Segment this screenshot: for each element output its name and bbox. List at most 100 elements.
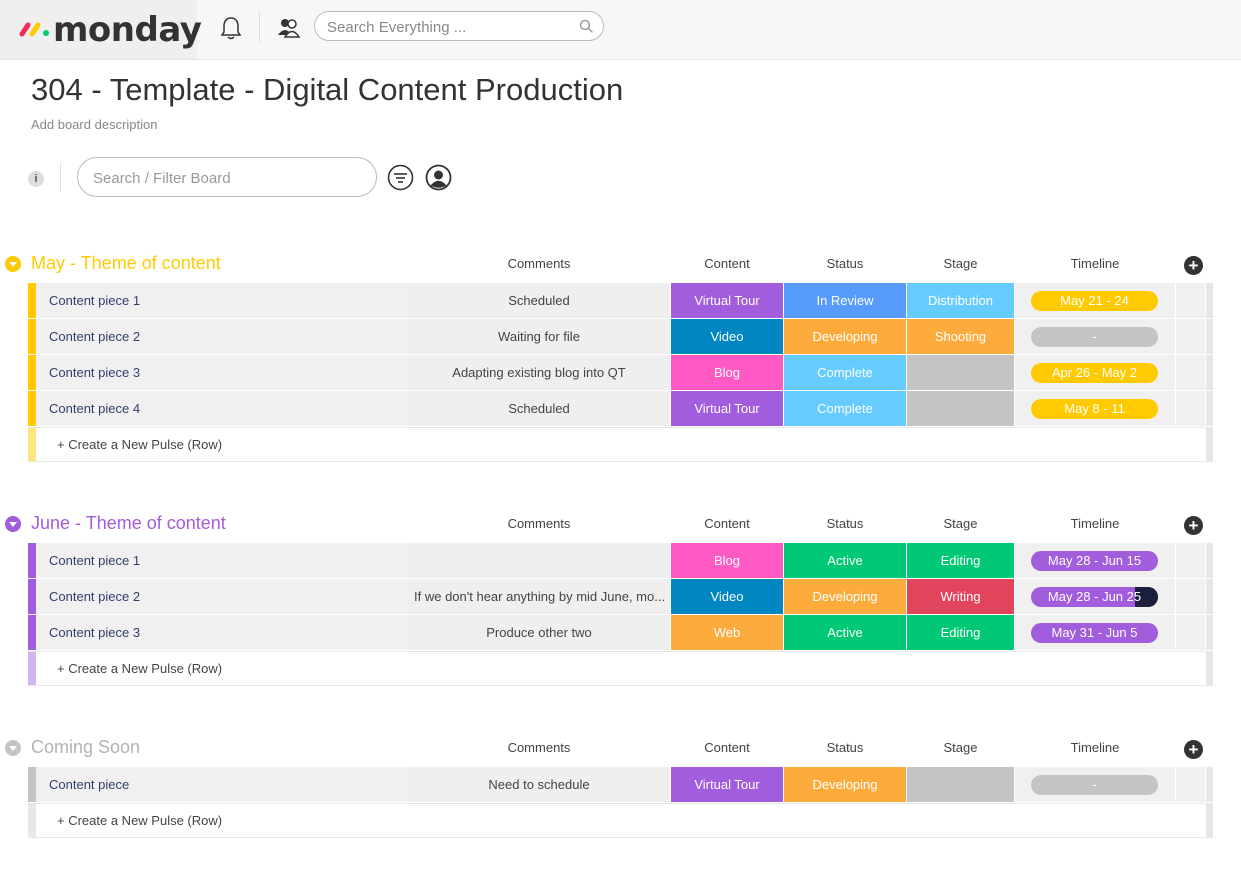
create-row-button[interactable]: + Create a New Pulse (Row)	[28, 803, 1213, 838]
content-cell[interactable]: Blog	[671, 355, 783, 390]
content-cell[interactable]: Virtual Tour	[671, 283, 783, 318]
content-cell[interactable]: Blog	[671, 543, 783, 578]
column-header-stage[interactable]: Stage	[907, 740, 1014, 755]
column-header-comments[interactable]: Comments	[408, 740, 670, 755]
content-cell[interactable]: Video	[671, 319, 783, 354]
row-name[interactable]: Content piece 1	[36, 283, 435, 318]
status-cell[interactable]: Developing	[784, 579, 906, 614]
table-row[interactable]: Content piece 1 Scheduled Virtual Tour I…	[28, 283, 1213, 318]
create-row-label[interactable]: + Create a New Pulse (Row)	[57, 661, 222, 676]
row-name[interactable]: Content piece 4	[36, 391, 435, 426]
global-search[interactable]	[314, 11, 604, 41]
column-header-timeline[interactable]: Timeline	[1015, 740, 1175, 755]
column-header-content[interactable]: Content	[671, 256, 783, 271]
search-icon[interactable]	[579, 19, 594, 34]
table-row[interactable]: Content piece 1 Blog Active Editing May …	[28, 543, 1213, 578]
column-header-comments[interactable]: Comments	[408, 256, 670, 271]
table-row[interactable]: Content piece 2 If we don't hear anythin…	[28, 579, 1213, 614]
stage-cell[interactable]	[907, 391, 1014, 426]
column-header-content[interactable]: Content	[671, 516, 783, 531]
status-cell[interactable]: Complete	[784, 355, 906, 390]
timeline-pill[interactable]: -	[1031, 327, 1158, 347]
create-row-button[interactable]: + Create a New Pulse (Row)	[28, 651, 1213, 686]
global-search-input[interactable]	[327, 17, 567, 37]
board-title[interactable]: 304 - Template - Digital Content Product…	[31, 72, 623, 108]
row-name[interactable]: Content piece 3	[36, 355, 435, 390]
timeline-pill[interactable]: May 8 - 11	[1031, 399, 1158, 419]
row-comment[interactable]: Produce other two	[408, 615, 670, 650]
timeline-pill[interactable]: -	[1031, 775, 1158, 795]
row-comment[interactable]: Need to schedule	[408, 767, 670, 802]
stage-cell[interactable]: Shooting	[907, 319, 1014, 354]
content-cell[interactable]: Virtual Tour	[671, 767, 783, 802]
stage-cell[interactable]	[907, 355, 1014, 390]
table-row[interactable]: Content piece 3 Adapting existing blog i…	[28, 355, 1213, 390]
add-column-button[interactable]: +	[1184, 256, 1203, 275]
row-comment[interactable]: Scheduled	[408, 283, 670, 318]
collapse-group-icon[interactable]	[5, 256, 21, 272]
stage-cell[interactable]: Writing	[907, 579, 1014, 614]
board-description[interactable]: Add board description	[31, 117, 157, 132]
content-cell[interactable]: Virtual Tour	[671, 391, 783, 426]
status-cell[interactable]: Active	[784, 543, 906, 578]
table-row[interactable]: Content piece 3 Produce other two Web Ac…	[28, 615, 1213, 650]
row-comment[interactable]: Waiting for file	[408, 319, 670, 354]
stage-cell[interactable]: Editing	[907, 615, 1014, 650]
stage-cell[interactable]: Distribution	[907, 283, 1014, 318]
filter-icon[interactable]	[387, 164, 414, 191]
column-header-status[interactable]: Status	[784, 740, 906, 755]
status-cell[interactable]: In Review	[784, 283, 906, 318]
content-cell[interactable]: Video	[671, 579, 783, 614]
row-name[interactable]: Content piece 1	[36, 543, 435, 578]
row-comment[interactable]	[408, 543, 670, 578]
row-name[interactable]: Content piece 2	[36, 319, 435, 354]
row-color-bar	[28, 615, 36, 650]
row-name[interactable]: Content piece 3	[36, 615, 435, 650]
person-filter-icon[interactable]	[425, 164, 452, 191]
column-header-timeline[interactable]: Timeline	[1015, 256, 1175, 271]
status-cell[interactable]: Complete	[784, 391, 906, 426]
column-header-comments[interactable]: Comments	[408, 516, 670, 531]
stage-cell[interactable]	[907, 767, 1014, 802]
row-name[interactable]: Content piece 2	[36, 579, 435, 614]
timeline-pill[interactable]: May 28 - Jun 25	[1031, 587, 1158, 607]
logo[interactable]: monday	[0, 0, 202, 59]
status-cell[interactable]: Developing	[784, 319, 906, 354]
column-header-status[interactable]: Status	[784, 256, 906, 271]
invite-people-icon[interactable]	[274, 13, 304, 43]
column-header-stage[interactable]: Stage	[907, 256, 1014, 271]
timeline-pill[interactable]: May 31 - Jun 5	[1031, 623, 1158, 643]
stage-cell[interactable]: Editing	[907, 543, 1014, 578]
column-header-content[interactable]: Content	[671, 740, 783, 755]
group-title[interactable]: June - Theme of content	[31, 513, 226, 534]
row-comment[interactable]: If we don't hear anything by mid June, m…	[408, 579, 670, 614]
column-header-status[interactable]: Status	[784, 516, 906, 531]
column-header-stage[interactable]: Stage	[907, 516, 1014, 531]
content-cell[interactable]: Web	[671, 615, 783, 650]
create-row-label[interactable]: + Create a New Pulse (Row)	[57, 813, 222, 828]
group-title[interactable]: May - Theme of content	[31, 253, 221, 274]
collapse-group-icon[interactable]	[5, 740, 21, 756]
create-row-label[interactable]: + Create a New Pulse (Row)	[57, 437, 222, 452]
group-title[interactable]: Coming Soon	[31, 737, 140, 758]
status-cell[interactable]: Developing	[784, 767, 906, 802]
create-row-button[interactable]: + Create a New Pulse (Row)	[28, 427, 1213, 462]
board-filter[interactable]	[77, 157, 377, 197]
table-row[interactable]: Content piece 2 Waiting for file Video D…	[28, 319, 1213, 354]
row-comment[interactable]: Scheduled	[408, 391, 670, 426]
info-icon[interactable]: i	[28, 171, 44, 187]
board-filter-input[interactable]	[93, 168, 353, 188]
table-row[interactable]: Content piece Need to schedule Virtual T…	[28, 767, 1213, 802]
row-comment[interactable]: Adapting existing blog into QT	[408, 355, 670, 390]
status-cell[interactable]: Active	[784, 615, 906, 650]
timeline-pill[interactable]: May 21 - 24	[1031, 291, 1158, 311]
timeline-pill[interactable]: May 28 - Jun 15	[1031, 551, 1158, 571]
add-column-button[interactable]: +	[1184, 516, 1203, 535]
row-name[interactable]: Content piece	[36, 767, 435, 802]
add-column-button[interactable]: +	[1184, 740, 1203, 759]
table-row[interactable]: Content piece 4 Scheduled Virtual Tour C…	[28, 391, 1213, 426]
bell-icon[interactable]	[216, 13, 246, 43]
column-header-timeline[interactable]: Timeline	[1015, 516, 1175, 531]
collapse-group-icon[interactable]	[5, 516, 21, 532]
timeline-pill[interactable]: Apr 26 - May 2	[1031, 363, 1158, 383]
